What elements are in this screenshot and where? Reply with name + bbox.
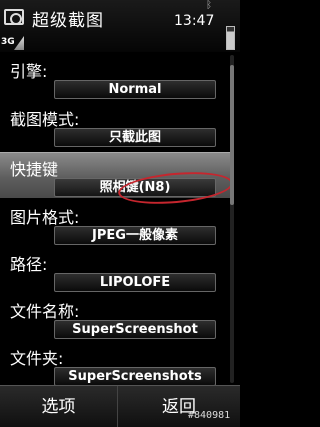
setting-label: 文件名称: xyxy=(10,302,80,321)
setting-file-name[interactable]: 文件名称: SuperScreenshot xyxy=(0,295,232,341)
setting-value[interactable]: Normal xyxy=(54,80,216,99)
setting-value[interactable]: LIPOLOFE xyxy=(54,273,216,292)
scrollbar[interactable] xyxy=(230,55,234,383)
camera-app-icon xyxy=(4,9,24,25)
scrollbar-thumb[interactable] xyxy=(230,65,234,205)
setting-folder[interactable]: 文件夹: SuperScreenshots xyxy=(0,342,232,388)
clock: 13:47 xyxy=(174,13,215,29)
setting-value[interactable]: JPEG一般像素 xyxy=(54,226,216,245)
setting-label: 图片格式: xyxy=(10,208,80,227)
network-type: 3G xyxy=(1,37,15,47)
setting-label: 路径: xyxy=(10,255,48,274)
setting-label: 文件夹: xyxy=(10,349,64,368)
status-bar: 超级截图 13:47 ᛒ 3G xyxy=(0,0,240,52)
watermark: #840981 xyxy=(188,410,231,421)
setting-capture-mode[interactable]: 截图模式: 只截此图 xyxy=(0,103,232,149)
app-title: 超级截图 xyxy=(32,11,104,31)
setting-engine[interactable]: 引擎: Normal xyxy=(0,55,232,101)
signal-icon xyxy=(14,36,24,50)
setting-label: 引擎: xyxy=(10,62,48,81)
setting-value[interactable]: 只截此图 xyxy=(54,128,216,147)
setting-label: 快捷键 xyxy=(10,160,59,179)
setting-value[interactable]: SuperScreenshot xyxy=(54,320,216,339)
bluetooth-icon: ᛒ xyxy=(206,0,212,11)
battery-icon xyxy=(226,26,235,50)
setting-path[interactable]: 路径: LIPOLOFE xyxy=(0,248,232,294)
setting-image-format[interactable]: 图片格式: JPEG一般像素 xyxy=(0,201,232,247)
setting-label: 截图模式: xyxy=(10,110,80,129)
setting-value[interactable]: SuperScreenshots xyxy=(54,367,216,386)
settings-list: 引擎: Normal 截图模式: 只截此图 快捷键 照相键(N8) 图片格式: … xyxy=(0,55,232,388)
options-softkey[interactable]: 选项 xyxy=(0,386,118,427)
